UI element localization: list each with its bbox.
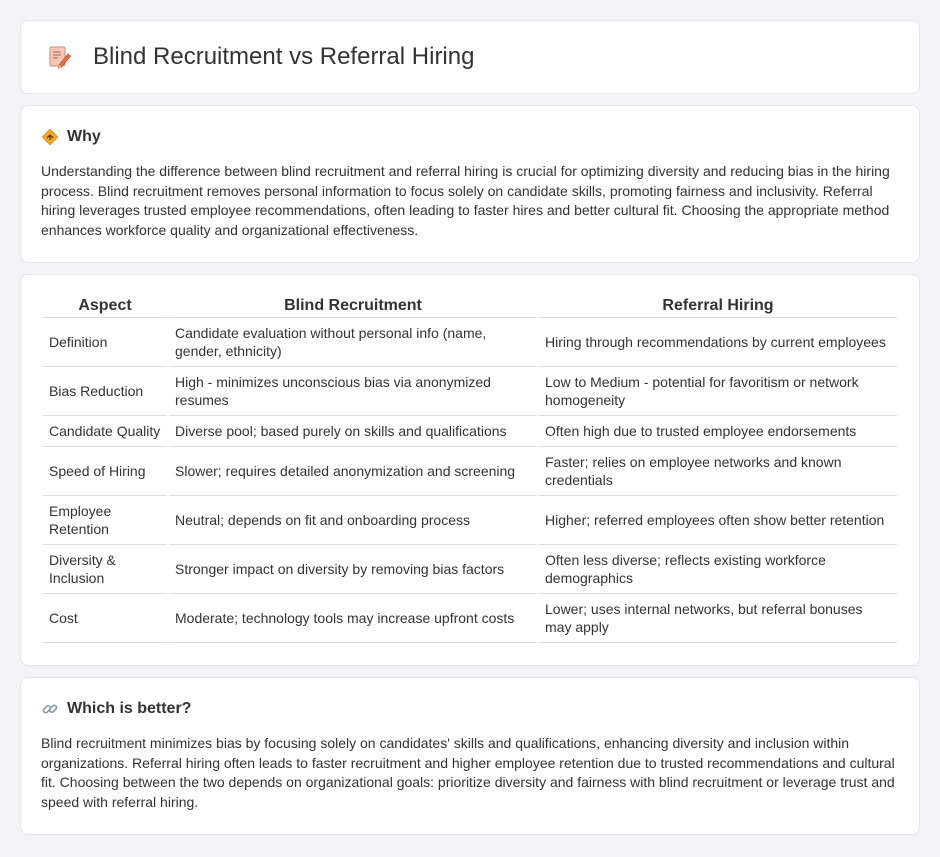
cell-aspect: Diversity & Inclusion <box>43 545 167 594</box>
table-row: Employee Retention Neutral; depends on f… <box>43 496 897 545</box>
document-pencil-icon <box>46 44 72 70</box>
cell-referral: Higher; referred employees often show be… <box>539 496 897 545</box>
which-better-text: Blind recruitment minimizes bias by focu… <box>41 735 895 810</box>
cell-aspect: Employee Retention <box>43 496 167 545</box>
table-row: Speed of Hiring Slower; requires detaile… <box>43 447 897 496</box>
why-title: Why <box>67 128 101 145</box>
link-icon <box>41 700 59 718</box>
why-header: Why <box>41 128 899 146</box>
table-row: Cost Moderate; technology tools may incr… <box>43 594 897 643</box>
cell-blind: Moderate; technology tools may increase … <box>169 594 537 643</box>
header-referral-hiring: Referral Hiring <box>539 297 897 318</box>
cell-aspect: Bias Reduction <box>43 367 167 416</box>
diamond-sign-icon <box>41 128 59 146</box>
cell-blind: Slower; requires detailed anonymization … <box>169 447 537 496</box>
cell-referral: Often high due to trusted employee endor… <box>539 416 897 447</box>
cell-blind: Candidate evaluation without personal in… <box>169 318 537 367</box>
table-row: Definition Candidate evaluation without … <box>43 318 897 367</box>
header-aspect: Aspect <box>43 297 167 318</box>
comparison-table-card: Aspect Blind Recruitment Referral Hiring… <box>20 274 920 666</box>
cell-aspect: Cost <box>43 594 167 643</box>
cell-aspect: Speed of Hiring <box>43 447 167 496</box>
why-section: Why Understanding the difference between… <box>20 105 920 263</box>
cell-blind: Neutral; depends on fit and onboarding p… <box>169 496 537 545</box>
title-card: Blind Recruitment vs Referral Hiring <box>20 20 920 94</box>
why-text: Understanding the difference between bli… <box>41 163 890 238</box>
page-title: Blind Recruitment vs Referral Hiring <box>93 43 475 70</box>
which-better-title: Which is better? <box>67 700 192 717</box>
cell-aspect: Definition <box>43 318 167 367</box>
cell-referral: Lower; uses internal networks, but refer… <box>539 594 897 643</box>
table-row: Diversity & Inclusion Stronger impact on… <box>43 545 897 594</box>
cell-referral: Hiring through recommendations by curren… <box>539 318 897 367</box>
cell-aspect: Candidate Quality <box>43 416 167 447</box>
cell-referral: Faster; relies on employee networks and … <box>539 447 897 496</box>
table-header-row: Aspect Blind Recruitment Referral Hiring <box>43 297 897 318</box>
which-better-header: Which is better? <box>41 700 899 718</box>
cell-blind: Diverse pool; based purely on skills and… <box>169 416 537 447</box>
cell-blind: Stronger impact on diversity by removing… <box>169 545 537 594</box>
table-row: Candidate Quality Diverse pool; based pu… <box>43 416 897 447</box>
table-row: Bias Reduction High - minimizes unconsci… <box>43 367 897 416</box>
cell-referral: Low to Medium - potential for favoritism… <box>539 367 897 416</box>
header-blind-recruitment: Blind Recruitment <box>169 297 537 318</box>
which-better-section: Which is better? Blind recruitment minim… <box>20 677 920 835</box>
comparison-table: Aspect Blind Recruitment Referral Hiring… <box>41 297 899 643</box>
cell-blind: High - minimizes unconscious bias via an… <box>169 367 537 416</box>
cell-referral: Often less diverse; reflects existing wo… <box>539 545 897 594</box>
